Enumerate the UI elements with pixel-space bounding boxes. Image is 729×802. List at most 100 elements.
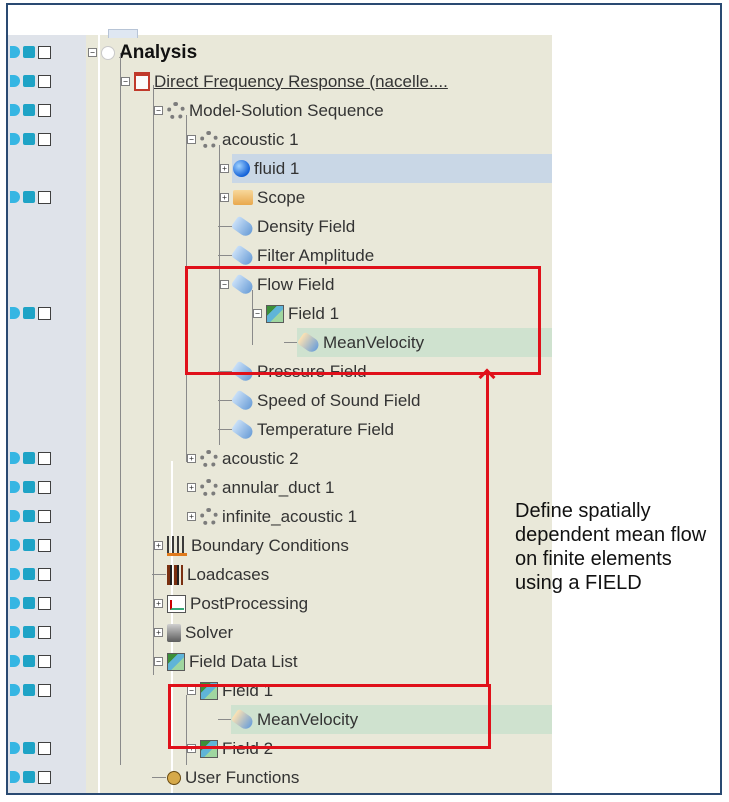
tree-node[interactable]: User Functions [167,766,299,789]
tree-node[interactable]: Direct Frequency Response (nacelle.... [134,70,448,93]
tree-row[interactable]: − Analysis [8,38,552,67]
tree-row[interactable]: − Field Data List [8,647,552,676]
display-cube-icon[interactable] [23,539,35,551]
display-cube-icon[interactable] [23,191,35,203]
visibility-eye-icon[interactable] [10,307,20,319]
display-cube-icon[interactable] [23,452,35,464]
tree-row[interactable]: + Boundary Conditions [8,531,552,560]
scroll-up-cap[interactable] [108,29,138,38]
tree-row[interactable]: − Model-Solution Sequence [8,96,552,125]
collapse-toggle[interactable]: − [154,657,163,666]
tree-node[interactable]: Temperature Field [230,418,394,441]
show-checkbox[interactable] [38,539,51,552]
show-checkbox[interactable] [38,307,51,320]
display-cube-icon[interactable] [23,742,35,754]
show-checkbox[interactable] [38,597,51,610]
visibility-eye-icon[interactable] [10,539,20,551]
expand-toggle[interactable]: + [187,512,196,521]
tree-node[interactable]: Filter Amplitude [230,244,374,267]
expand-toggle[interactable]: + [154,599,163,608]
collapse-toggle[interactable]: − [121,77,130,86]
visibility-eye-icon[interactable] [10,104,20,116]
visibility-eye-icon[interactable] [10,684,20,696]
display-cube-icon[interactable] [23,568,35,580]
expand-toggle[interactable]: + [187,483,196,492]
tree-node[interactable]: infinite_acoustic 1 [200,505,357,528]
tree-node[interactable]: annular_duct 1 [200,476,334,499]
display-cube-icon[interactable] [23,307,35,319]
visibility-eye-icon[interactable] [10,771,20,783]
visibility-eye-icon[interactable] [10,46,20,58]
tree-node[interactable]: Field Data List [167,650,298,673]
display-cube-icon[interactable] [23,46,35,58]
display-cube-icon[interactable] [23,684,35,696]
visibility-eye-icon[interactable] [10,510,20,522]
show-checkbox[interactable] [38,104,51,117]
collapse-toggle[interactable]: − [88,48,97,57]
expand-toggle[interactable]: + [154,628,163,637]
tree-row[interactable]: + PostProcessing [8,589,552,618]
tree-node[interactable]: Scope [233,186,305,209]
tree-row[interactable]: Temperature Field [8,415,552,444]
tree-row[interactable]: User Functions [8,763,552,792]
visibility-eye-icon[interactable] [10,626,20,638]
tree-row[interactable]: Speed of Sound Field [8,386,552,415]
visibility-eye-icon[interactable] [10,655,20,667]
show-checkbox[interactable] [38,46,51,59]
tree-node[interactable]: acoustic 1 [200,128,299,151]
display-cube-icon[interactable] [23,597,35,609]
tree-row[interactable]: − Direct Frequency Response (nacelle.... [8,67,552,96]
visibility-eye-icon[interactable] [10,191,20,203]
visibility-eye-icon[interactable] [10,452,20,464]
show-checkbox[interactable] [38,452,51,465]
display-cube-icon[interactable] [23,75,35,87]
tree-node[interactable]: Model-Solution Sequence [167,99,384,122]
tree-row[interactable]: + annular_duct 1 [8,473,552,502]
visibility-eye-icon[interactable] [10,481,20,493]
show-checkbox[interactable] [38,481,51,494]
display-cube-icon[interactable] [23,655,35,667]
tree-row[interactable]: + Solver [8,618,552,647]
display-cube-icon[interactable] [23,133,35,145]
expand-toggle[interactable]: + [187,454,196,463]
show-checkbox[interactable] [38,626,51,639]
show-checkbox[interactable] [38,684,51,697]
display-cube-icon[interactable] [23,771,35,783]
collapse-toggle[interactable]: − [154,106,163,115]
visibility-eye-icon[interactable] [10,597,20,609]
show-checkbox[interactable] [38,510,51,523]
tree-node[interactable]: Density Field [230,215,355,238]
visibility-eye-icon[interactable] [10,742,20,754]
show-checkbox[interactable] [38,771,51,784]
show-checkbox[interactable] [38,75,51,88]
tree-row[interactable]: + acoustic 2 [8,444,552,473]
visibility-eye-icon[interactable] [10,568,20,580]
tree-node[interactable]: Solver [167,621,233,644]
tree-row[interactable]: + Scope [8,183,552,212]
display-cube-icon[interactable] [23,481,35,493]
tree-row[interactable]: + fluid 1 [220,154,552,183]
collapse-toggle[interactable]: − [187,135,196,144]
tree-row[interactable]: Density Field [8,212,552,241]
tree-row[interactable]: Loadcases [8,560,552,589]
tree-node[interactable]: PostProcessing [167,592,308,615]
tree-node[interactable]: Analysis [101,41,197,64]
tree-node[interactable]: Loadcases [167,563,269,586]
tree-row[interactable]: + infinite_acoustic 1 [8,502,552,531]
show-checkbox[interactable] [38,191,51,204]
show-checkbox[interactable] [38,568,51,581]
tree-node[interactable]: fluid 1 [233,157,299,180]
visibility-eye-icon[interactable] [10,75,20,87]
display-cube-icon[interactable] [23,626,35,638]
display-cube-icon[interactable] [23,510,35,522]
tree-row[interactable]: − acoustic 1 [8,125,552,154]
visibility-eye-icon[interactable] [10,133,20,145]
show-checkbox[interactable] [38,655,51,668]
expand-toggle[interactable]: + [220,164,229,173]
display-cube-icon[interactable] [23,104,35,116]
show-checkbox[interactable] [38,133,51,146]
tree-node[interactable]: Boundary Conditions [167,534,349,557]
tree-node[interactable]: Speed of Sound Field [230,389,421,412]
expand-toggle[interactable]: + [220,193,229,202]
expand-toggle[interactable]: + [154,541,163,550]
